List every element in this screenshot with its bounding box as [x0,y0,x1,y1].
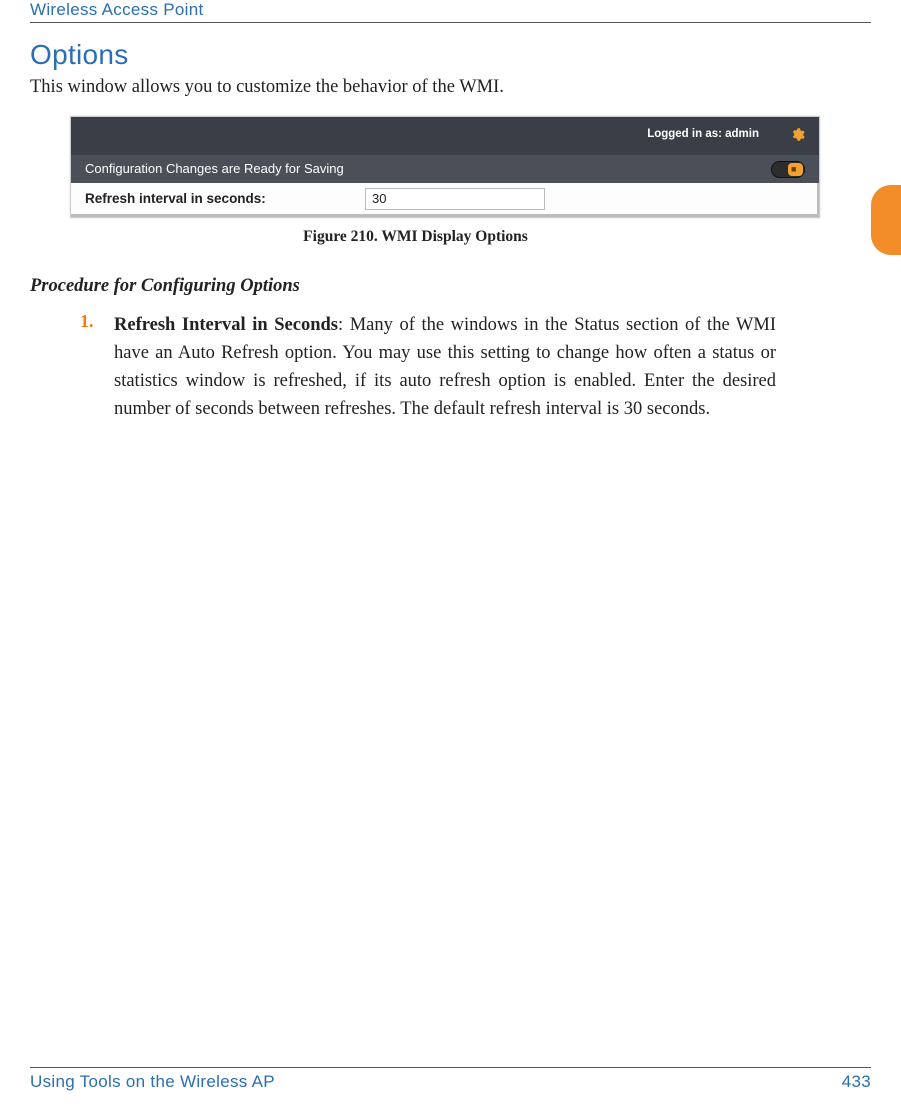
logged-in-label: Logged in as: admin [647,128,759,140]
procedure-heading: Procedure for Configuring Options [30,276,871,297]
footer-section-title: Using Tools on the Wireless AP [30,1072,275,1092]
config-changes-text: Configuration Changes are Ready for Savi… [85,161,344,176]
screenshot-header-bar: Logged in as: admin [71,117,819,155]
running-header: Wireless Access Point [30,0,871,23]
list-item-bold: Refresh Interval in Seconds [114,315,338,335]
list-item-text: Refresh Interval in Seconds: Many of the… [114,311,776,423]
intro-paragraph: This window allows you to customize the … [30,77,871,98]
wmi-options-screenshot: Logged in as: admin Configuration Change… [70,116,820,218]
config-changes-bar: Configuration Changes are Ready for Savi… [71,155,819,183]
save-disk-icon: ■ [791,165,800,174]
page-thumb-tab [871,185,901,255]
refresh-interval-input[interactable] [365,188,545,210]
ordered-list-item-1: 1. Refresh Interval in Seconds: Many of … [30,311,871,423]
section-title: Options [30,39,871,71]
page-footer: Using Tools on the Wireless AP 433 [30,1067,871,1092]
gear-icon [790,127,805,142]
refresh-interval-row: Refresh interval in seconds: [71,183,819,217]
figure-caption: Figure 210. WMI Display Options [30,228,871,246]
refresh-interval-label: Refresh interval in seconds: [85,191,365,206]
save-toggle[interactable]: ■ [771,161,805,178]
list-number: 1. [80,311,114,423]
page-number: 433 [842,1072,871,1092]
